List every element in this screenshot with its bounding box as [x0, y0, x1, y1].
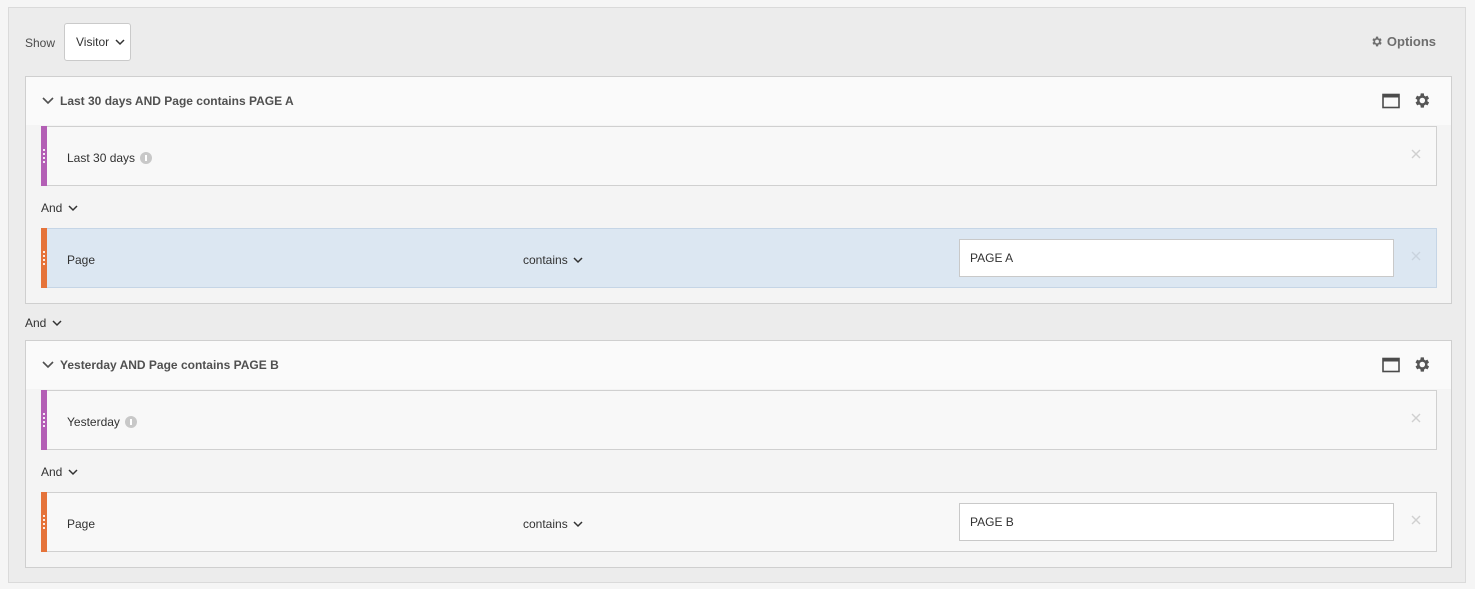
info-icon[interactable] [124, 416, 137, 428]
gear-icon[interactable] [1412, 355, 1431, 374]
chevron-down-icon[interactable] [42, 361, 54, 369]
conjunction-label: And [41, 465, 63, 479]
container-header[interactable]: Last 30 days AND Page contains PAGE A [26, 77, 1451, 125]
close-icon[interactable] [1410, 514, 1422, 526]
operator-label: contains [523, 253, 568, 267]
conjunction-dropdown[interactable]: And [41, 465, 78, 479]
show-label: Show [25, 36, 56, 50]
conjunction-label: And [25, 316, 47, 330]
rule-date-range[interactable]: Yesterday [41, 390, 1437, 450]
container-title: Last 30 days AND Page contains PAGE A [60, 94, 294, 108]
rule-label: Last 30 days [67, 151, 153, 165]
segment-container-1: Last 30 days AND Page contains PAGE A La… [25, 76, 1452, 304]
conjunction-dropdown[interactable]: And [41, 201, 78, 215]
drag-handle-icon[interactable] [43, 148, 45, 164]
drag-handle-icon[interactable] [43, 412, 45, 428]
chevron-down-icon [68, 204, 78, 211]
info-icon[interactable] [140, 152, 153, 164]
show-dropdown-value: Visitor [76, 35, 110, 49]
rule-date-range[interactable]: Last 30 days [41, 126, 1437, 186]
rule-value-input[interactable]: PAGE A [959, 239, 1394, 277]
drag-handle-icon[interactable] [43, 514, 45, 530]
chevron-down-icon [573, 256, 583, 263]
container-title: Yesterday AND Page contains PAGE B [60, 358, 279, 372]
rule-label: Page [67, 253, 95, 267]
conjunction-label: And [41, 201, 63, 215]
window-icon[interactable] [1382, 93, 1400, 109]
chevron-down-icon [68, 468, 78, 475]
drag-handle-icon[interactable] [43, 250, 45, 266]
segment-builder-canvas: Show Visitor Options Last 30 days AND Pa… [8, 7, 1466, 583]
chevron-down-icon [115, 38, 125, 45]
chevron-down-icon [52, 319, 62, 326]
rule-label-text: Page [67, 253, 96, 267]
options-label: Options [1386, 34, 1436, 49]
rule-label: Page [67, 517, 95, 531]
close-icon[interactable] [1410, 148, 1422, 160]
show-dropdown[interactable]: Visitor [64, 23, 131, 61]
options-button[interactable]: Options [1370, 34, 1436, 49]
window-icon[interactable] [1382, 357, 1400, 373]
operator-label: contains [523, 517, 568, 531]
segment-container-2: Yesterday AND Page contains PAGE B Yeste… [25, 340, 1452, 568]
operator-dropdown[interactable]: contains [523, 253, 583, 267]
rule-label-text: Yesterday [67, 415, 120, 429]
chevron-down-icon [573, 520, 583, 527]
gear-icon[interactable] [1412, 91, 1431, 110]
gear-icon [1372, 36, 1382, 47]
chevron-down-icon[interactable] [42, 97, 54, 105]
rule-label-text: Page [67, 517, 96, 531]
container-header[interactable]: Yesterday AND Page contains PAGE B [26, 341, 1451, 389]
operator-dropdown[interactable]: contains [523, 517, 583, 531]
close-icon[interactable] [1410, 250, 1422, 262]
rule-label-text: Last 30 days [67, 151, 136, 165]
rule-label: Yesterday [67, 415, 137, 429]
rule-page-contains[interactable]: Page contains PAGE B [41, 492, 1437, 552]
container-conjunction-dropdown[interactable]: And [25, 316, 62, 330]
rule-value-input[interactable]: PAGE B [959, 503, 1394, 541]
rule-page-contains[interactable]: Page contains PAGE A [41, 228, 1437, 288]
close-icon[interactable] [1410, 412, 1422, 424]
